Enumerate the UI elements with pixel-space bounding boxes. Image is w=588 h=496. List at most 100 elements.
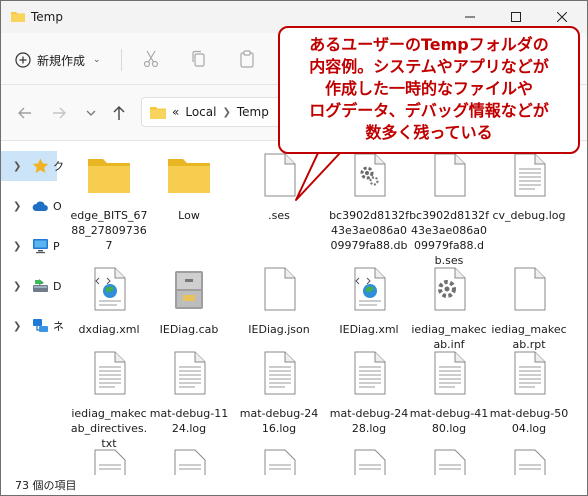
maximize-icon: [511, 12, 521, 22]
text-file-icon: [514, 153, 546, 197]
text-file-icon: [514, 351, 546, 395]
recent-locations-icon[interactable]: [81, 103, 101, 123]
breadcrumb-item[interactable]: Temp: [237, 105, 269, 119]
file-item[interactable]: IEDiag.xml: [329, 265, 409, 337]
file-name: dxdiag.xml: [78, 323, 140, 336]
folder-icon: [11, 12, 25, 22]
file-item[interactable]: dxdiag.xml: [69, 265, 149, 337]
status-bar: 73 個の項目: [1, 475, 587, 495]
file-item[interactable]: bc3902d8132f43e3ae086a009979fa88.db.ses: [409, 151, 489, 268]
file-item[interactable]: mat-debug-2416.log: [239, 349, 319, 436]
breadcrumb-item[interactable]: Local: [185, 105, 216, 119]
close-icon: [557, 12, 567, 22]
nav-item-quick-access[interactable]: ❯ ク: [1, 151, 64, 181]
file-name: mat-debug-2416.log: [239, 407, 319, 435]
file-name: mat-debug-5004.log: [489, 407, 569, 435]
up-arrow-icon[interactable]: [109, 103, 129, 123]
drive-icon: [33, 279, 48, 292]
callout-box: あるユーザーのTempフォルダの 内容例。システムやアプリなどが 作成した一時的…: [278, 26, 580, 154]
callout-line: 内容例。システムやアプリなどが: [309, 57, 549, 76]
chevron-right-icon: ❯: [222, 106, 231, 118]
document-icon: [264, 267, 296, 311]
new-button-label: 新規作成: [37, 53, 86, 68]
text-file-icon: [94, 351, 126, 395]
paste-icon[interactable]: [237, 49, 257, 69]
folder-icon: [168, 159, 210, 193]
document-icon: [514, 267, 546, 311]
nav-item-label: ネ: [53, 320, 64, 333]
nav-item-label: P: [53, 239, 60, 253]
nav-item-label: ク: [53, 160, 64, 173]
file-name: IEDiag.xml: [339, 323, 399, 336]
file-item[interactable]: iediag_makecab_directives.txt: [69, 349, 149, 451]
file-name: iediag_makecab.rpt: [491, 323, 567, 351]
back-arrow-icon[interactable]: [15, 103, 35, 123]
window-title: Temp: [31, 10, 63, 24]
file-name: .ses: [268, 209, 290, 222]
text-file-icon: [514, 449, 546, 475]
text-file-icon: [434, 351, 466, 395]
chevron-right-icon[interactable]: ❯: [13, 201, 21, 212]
breadcrumb-overflow[interactable]: «: [172, 105, 179, 119]
chevron-right-icon[interactable]: ❯: [13, 281, 21, 292]
file-item[interactable]: mat-debug-1124.log: [149, 349, 229, 436]
nav-item-label: D: [53, 279, 62, 293]
file-item[interactable]: IEDiag.cab: [149, 265, 229, 337]
nav-item-pc[interactable]: ❯ P: [1, 231, 60, 261]
nav-item-network[interactable]: ❯ ネ: [1, 311, 64, 341]
file-name: iediag_makecab.inf: [411, 323, 487, 351]
nav-item-drive[interactable]: ❯ D: [1, 271, 61, 301]
network-icon: [33, 319, 48, 332]
callout-line: 数多く残っている: [365, 123, 493, 142]
text-file-icon: [434, 449, 466, 475]
file-item[interactable]: mat-debug-5004.log: [489, 349, 569, 436]
chevron-right-icon[interactable]: ❯: [13, 321, 21, 332]
file-item[interactable]: iediag_makecab.rpt: [489, 265, 569, 352]
copy-icon[interactable]: [189, 49, 209, 69]
document-icon: [264, 153, 296, 197]
settings-file-icon: [354, 153, 386, 197]
callout-line: あるユーザーのTempフォルダの: [309, 35, 549, 54]
forward-arrow-icon[interactable]: [49, 103, 69, 123]
file-item[interactable]: Low: [149, 151, 229, 223]
cut-icon[interactable]: [141, 49, 161, 69]
folder-icon: [88, 159, 130, 193]
file-name: bc3902d8132f43e3ae086a009979fa88.db.ses: [409, 209, 489, 267]
file-item[interactable]: .ses: [239, 151, 319, 223]
chevron-right-icon[interactable]: ❯: [13, 161, 21, 172]
file-name: cv_debug.log: [492, 209, 566, 222]
nav-item-label: O: [53, 199, 62, 213]
toolbar-divider: [121, 49, 122, 71]
file-item[interactable]: bc3902d8132f43e3ae086a009979fa88.db: [329, 151, 409, 253]
star-icon: [32, 158, 49, 173]
file-item[interactable]: cv_debug.log: [489, 151, 569, 223]
plus-circle-icon: [15, 52, 31, 68]
file-name: bc3902d8132f43e3ae086a009979fa88.db: [329, 209, 409, 252]
text-file-icon: [264, 351, 296, 395]
cabinet-icon: [175, 271, 203, 309]
callout-line: ログデータ、デバッグ情報などが: [309, 101, 549, 120]
nav-item-onedrive[interactable]: ❯ O: [1, 191, 62, 221]
file-item[interactable]: IEDiag.json: [239, 265, 319, 337]
file-name: mat-debug-4180.log: [409, 407, 489, 435]
chevron-right-icon[interactable]: ❯: [13, 241, 21, 252]
file-name: mat-debug-1124.log: [149, 407, 229, 435]
file-name: IEDiag.json: [248, 323, 310, 336]
setup-info-icon: [434, 267, 466, 311]
file-name: edge_BITS_6788_278097367: [70, 209, 148, 252]
text-file-icon: [354, 351, 386, 395]
navigation-pane: ❯ ク ❯ O ❯ P ❯ D ❯ ネ: [1, 141, 64, 475]
file-item[interactable]: mat-debug-4180.log: [409, 349, 489, 436]
folder-icon: [150, 106, 166, 119]
file-item[interactable]: mat-debug-2428.log: [329, 349, 409, 436]
chevron-down-icon: ⌄: [93, 55, 101, 65]
xml-file-icon: [94, 267, 126, 311]
new-button[interactable]: 新規作成 ⌄: [15, 47, 101, 73]
file-list: edge_BITS_6788_278097367 Low .ses bc3902…: [69, 141, 587, 475]
file-item[interactable]: iediag_makecab.inf: [409, 265, 489, 352]
file-item[interactable]: edge_BITS_6788_278097367: [69, 151, 149, 253]
file-name: mat-debug-2428.log: [329, 407, 409, 435]
minimize-icon: [465, 16, 475, 18]
callout-line: 作成した一時的なファイルや: [324, 79, 533, 98]
text-file-icon: [174, 449, 206, 475]
